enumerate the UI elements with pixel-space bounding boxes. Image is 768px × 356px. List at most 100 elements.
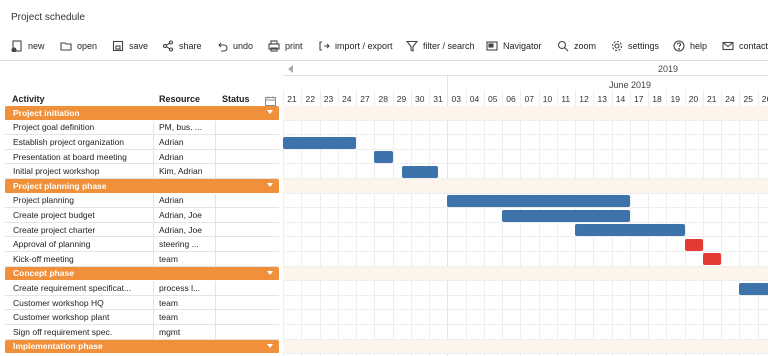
task-row[interactable]: Create project budget Adrian, Joe [5, 208, 279, 223]
help-button[interactable]: help [673, 37, 707, 55]
column-divider [153, 164, 154, 178]
resource-cell: steering ... [159, 239, 199, 250]
column-divider [153, 135, 154, 149]
task-row[interactable]: Customer workshop HQ team [5, 295, 279, 311]
resource-cell: team [159, 253, 178, 264]
contact-button[interactable]: contact [722, 37, 768, 55]
task-bar[interactable] [447, 194, 630, 207]
gantt-row [283, 339, 768, 355]
share-button[interactable]: share [162, 37, 202, 55]
gantt-row [283, 266, 768, 282]
day-label: 10 [542, 94, 553, 104]
resource-column-header[interactable]: Resource [159, 94, 200, 104]
scroll-left-icon[interactable] [288, 65, 293, 73]
day-label: 31 [433, 94, 443, 104]
day-label: 03 [451, 94, 461, 104]
column-divider [215, 149, 216, 164]
task-bar[interactable] [283, 136, 356, 149]
day-label: 21 [707, 94, 717, 104]
filter-icon [406, 40, 418, 52]
task-row[interactable]: Customer workshop plant team [5, 310, 279, 325]
day-label: 12 [579, 94, 589, 104]
open-button[interactable]: open [60, 37, 97, 55]
resource-cell: team [159, 312, 178, 323]
task-row[interactable]: Create project charter Adrian, Joe [5, 222, 279, 238]
task-bar[interactable] [502, 209, 630, 222]
task-row[interactable]: Presentation at board meeting Adrian [5, 149, 279, 165]
undo-label: undo [233, 41, 254, 51]
task-row[interactable]: Project planning Adrian [5, 193, 279, 209]
day-label: 22 [305, 94, 315, 104]
day-label: 25 [743, 94, 753, 104]
column-divider [215, 193, 216, 208]
day-label: 17 [634, 94, 644, 104]
day-label: 24 [725, 94, 735, 104]
filter-search-button[interactable]: filter / search [406, 37, 475, 55]
import-export-button[interactable]: import / export [318, 37, 393, 55]
phase-row[interactable]: Project planning phase [5, 179, 279, 194]
phase-row[interactable]: Implementation phase [5, 339, 279, 355]
column-divider [153, 325, 154, 339]
task-row[interactable]: Create requirement specificat... process … [5, 281, 279, 296]
gantt-row [283, 310, 768, 325]
column-divider [215, 120, 216, 135]
column-divider [153, 222, 154, 237]
resource-cell: PM, bus. ... [159, 122, 202, 133]
activity-column-header[interactable]: Activity [12, 94, 45, 104]
app-title: Project schedule [11, 12, 85, 23]
collapse-caret-icon[interactable] [267, 343, 273, 348]
column-divider [215, 208, 216, 222]
milestone-bar[interactable] [684, 238, 703, 251]
status-column-header[interactable]: Status [222, 94, 250, 104]
task-bar[interactable] [575, 224, 685, 237]
column-divider [153, 208, 154, 222]
new-button[interactable]: new [11, 37, 45, 55]
task-bar[interactable] [401, 165, 439, 178]
task-row[interactable]: Kick-off meeting team [5, 252, 279, 267]
gantt-row [283, 296, 768, 311]
calendar-icon[interactable] [265, 93, 276, 106]
day-label: 05 [488, 94, 498, 104]
mail-icon [722, 40, 734, 52]
open-label: open [77, 41, 98, 51]
folder-icon [60, 40, 72, 52]
day-label: 14 [615, 94, 626, 104]
contact-label: contact [739, 41, 768, 51]
navigator-button[interactable]: Navigator [486, 37, 542, 55]
task-bar[interactable] [739, 282, 768, 295]
task-row[interactable]: Establish project organization Adrian [5, 135, 279, 150]
activity-cell: Create project budget [13, 209, 95, 220]
gantt-chart[interactable]: 2019 June 2019 21 22 23 24 27 28 29 30 31 03 04 05 0… [283, 60, 768, 356]
activity-cell: Project planning [13, 195, 74, 206]
day-label: 11 [561, 94, 571, 104]
phase-row[interactable]: Concept phase [5, 266, 279, 282]
day-label: 29 [396, 94, 407, 104]
navigator-label: Navigator [503, 41, 542, 51]
task-row[interactable]: Approval of planning steering ... [5, 237, 279, 252]
settings-label: settings [628, 41, 660, 51]
activity-cell: Project goal definition [13, 122, 95, 133]
timeline-year: 2019 [657, 64, 678, 74]
settings-button[interactable]: settings [611, 37, 659, 55]
day-label: 27 [360, 94, 370, 104]
column-divider [153, 237, 154, 251]
day-label: 20 [688, 94, 699, 104]
task-bar[interactable] [374, 151, 393, 164]
collapse-caret-icon[interactable] [267, 183, 273, 187]
collapse-caret-icon[interactable] [267, 270, 273, 275]
collapse-caret-icon[interactable] [267, 110, 273, 114]
print-button[interactable]: print [268, 37, 303, 55]
resource-cell: Adrian [159, 136, 184, 147]
undo-button[interactable]: undo [216, 37, 253, 55]
new-document-icon [11, 40, 23, 52]
resource-cell: Adrian [159, 195, 184, 206]
phase-row[interactable]: Project initiation [5, 106, 279, 121]
task-row[interactable]: Initial project workshop Kim, Adrian [5, 164, 279, 179]
day-label: 18 [652, 94, 662, 104]
zoom-button[interactable]: zoom [557, 37, 596, 55]
milestone-bar[interactable] [702, 253, 721, 266]
task-row[interactable]: Project goal definition PM, bus. ... [5, 120, 279, 136]
task-row[interactable]: Sign off requirement spec. mgmt [5, 325, 279, 340]
save-button[interactable]: save [112, 37, 148, 55]
column-divider [153, 295, 154, 310]
